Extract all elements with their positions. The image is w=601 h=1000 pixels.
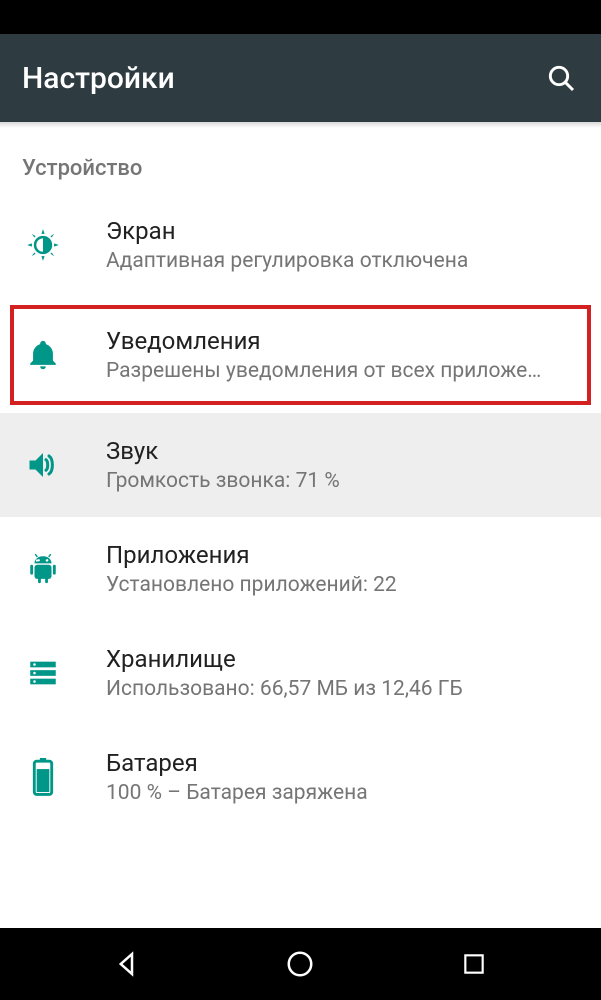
item-subtitle: Адаптивная регулировка отключена [106,249,579,273]
item-subtitle: 100 % – Батарея заряжена [106,781,579,805]
app-bar: Настройки [0,34,601,122]
section-header-device: Устройство [0,128,601,193]
item-title: Уведомления [106,327,579,355]
item-text: Батарея 100 % – Батарея заряжена [106,749,579,805]
item-title: Приложения [106,541,579,569]
item-title: Хранилище [106,645,579,673]
volume-icon [22,444,64,486]
settings-item-display[interactable]: Экран Адаптивная регулировка отключена [0,193,601,297]
item-text: Хранилище Использовано: 66,57 МБ из 12,4… [106,645,579,701]
item-text: Уведомления Разрешены уведомления от все… [106,327,579,383]
search-button[interactable] [543,60,579,96]
recent-icon [461,951,487,977]
battery-icon [22,756,64,798]
nav-home-button[interactable] [278,942,322,986]
settings-item-storage[interactable]: Хранилище Использовано: 66,57 МБ из 12,4… [0,621,601,725]
back-icon [112,949,142,979]
home-icon [285,949,315,979]
item-title: Батарея [106,749,579,777]
navigation-bar [0,928,601,1000]
nav-recent-button[interactable] [452,942,496,986]
bell-icon [22,334,64,376]
status-bar [0,0,601,34]
settings-list: Экран Адаптивная регулировка отключена У… [0,193,601,829]
settings-item-sound[interactable]: Звук Громкость звонка: 71 % [0,413,601,517]
item-title: Звук [106,437,579,465]
nav-back-button[interactable] [105,942,149,986]
page-title: Настройки [22,61,175,96]
item-subtitle: Установлено приложений: 22 [106,573,579,597]
search-icon [545,62,577,94]
item-text: Экран Адаптивная регулировка отключена [106,217,579,273]
settings-item-battery[interactable]: Батарея 100 % – Батарея заряжена [0,725,601,829]
item-subtitle: Разрешены уведомления от всех приложе… [106,359,579,383]
brightness-icon [22,224,64,266]
settings-item-notifications[interactable]: Уведомления Разрешены уведомления от все… [8,303,593,407]
android-icon [22,548,64,590]
item-text: Звук Громкость звонка: 71 % [106,437,579,493]
storage-icon [22,652,64,694]
item-subtitle: Использовано: 66,57 МБ из 12,46 ГБ [106,677,579,701]
settings-item-apps[interactable]: Приложения Установлено приложений: 22 [0,517,601,621]
item-title: Экран [106,217,579,245]
item-text: Приложения Установлено приложений: 22 [106,541,579,597]
item-subtitle: Громкость звонка: 71 % [106,469,579,493]
